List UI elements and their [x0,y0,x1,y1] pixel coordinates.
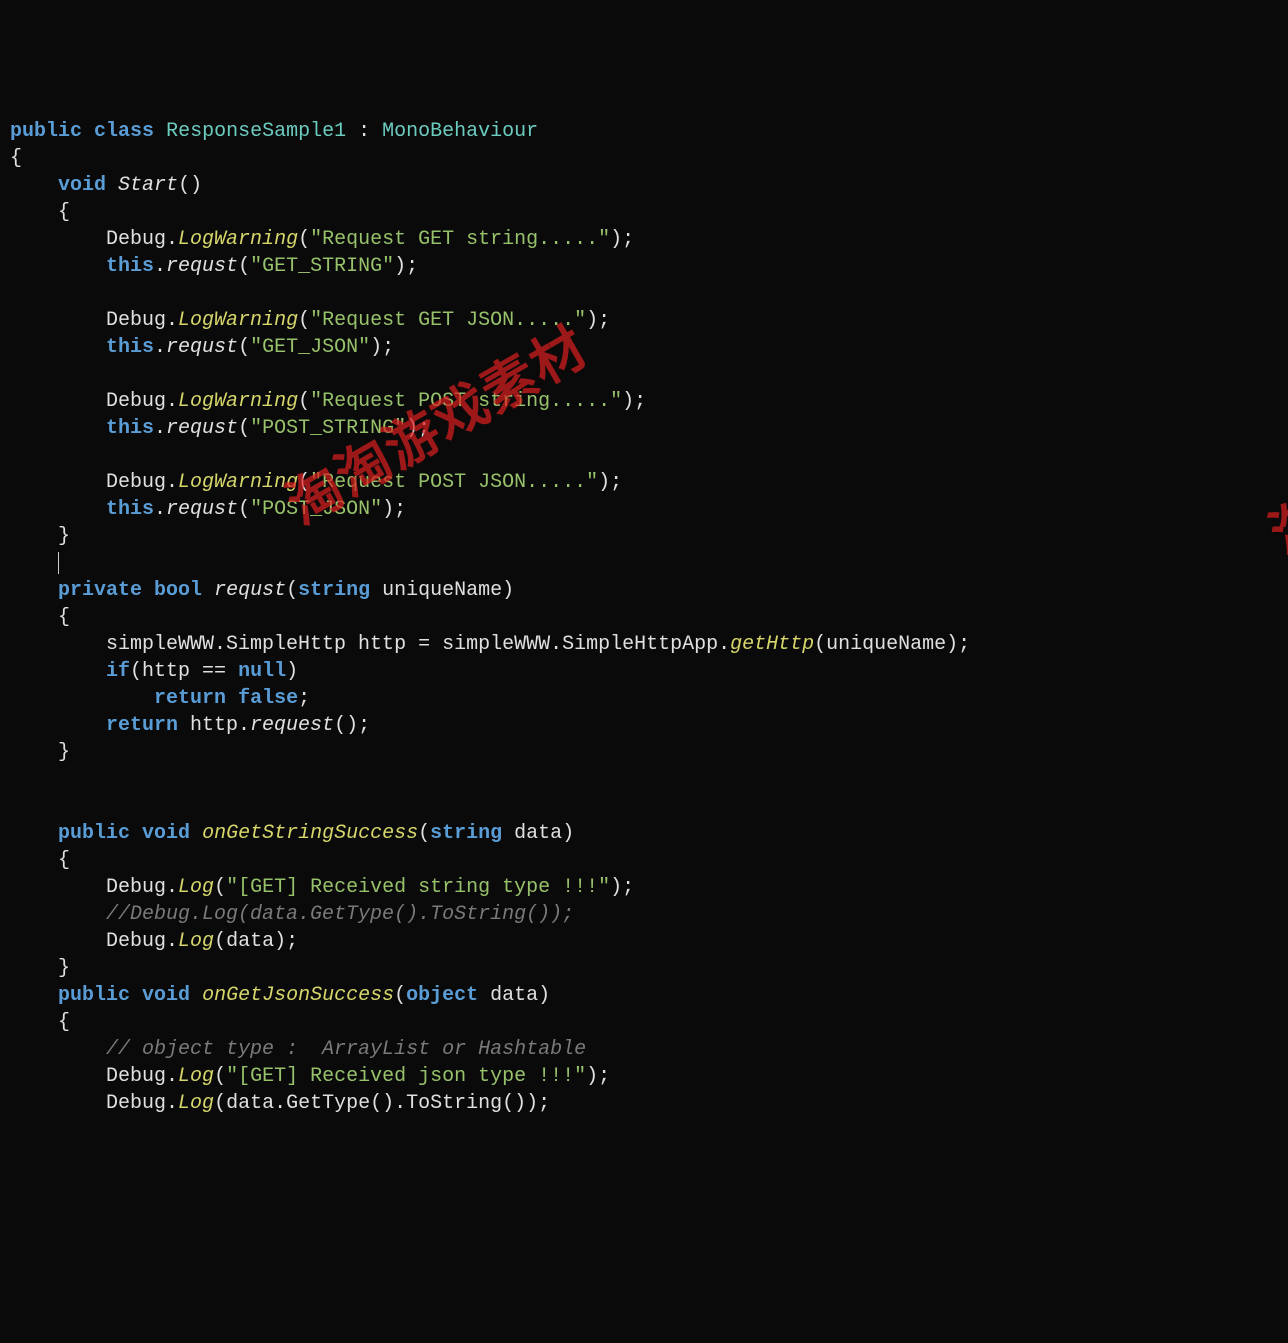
text-cursor [58,552,59,574]
fn-requst-call: requst [166,255,238,278]
kw-private: private [58,579,142,602]
kw-public: public [10,120,82,143]
code-block: public class ResponseSample1 : MonoBehav… [10,118,1278,1117]
fn-requst: requst [214,579,286,602]
kw-void: void [58,174,106,197]
kw-bool: bool [154,579,202,602]
fn-start: Start [118,174,178,197]
fn-logwarning: LogWarning [178,228,298,251]
comment: // object type : ArrayList or Hashtable [106,1038,586,1061]
kw-class: class [94,120,154,143]
fn-log: Log [178,876,214,899]
comment: //Debug.Log(data.GetType().ToString()); [106,903,574,926]
fn-ongetjsonsuccess: onGetJsonSuccess [202,984,394,1007]
class-name: ResponseSample1 [166,120,346,143]
base-class: MonoBehaviour [382,120,538,143]
fn-ongetstringsuccess: onGetStringSuccess [202,822,418,845]
